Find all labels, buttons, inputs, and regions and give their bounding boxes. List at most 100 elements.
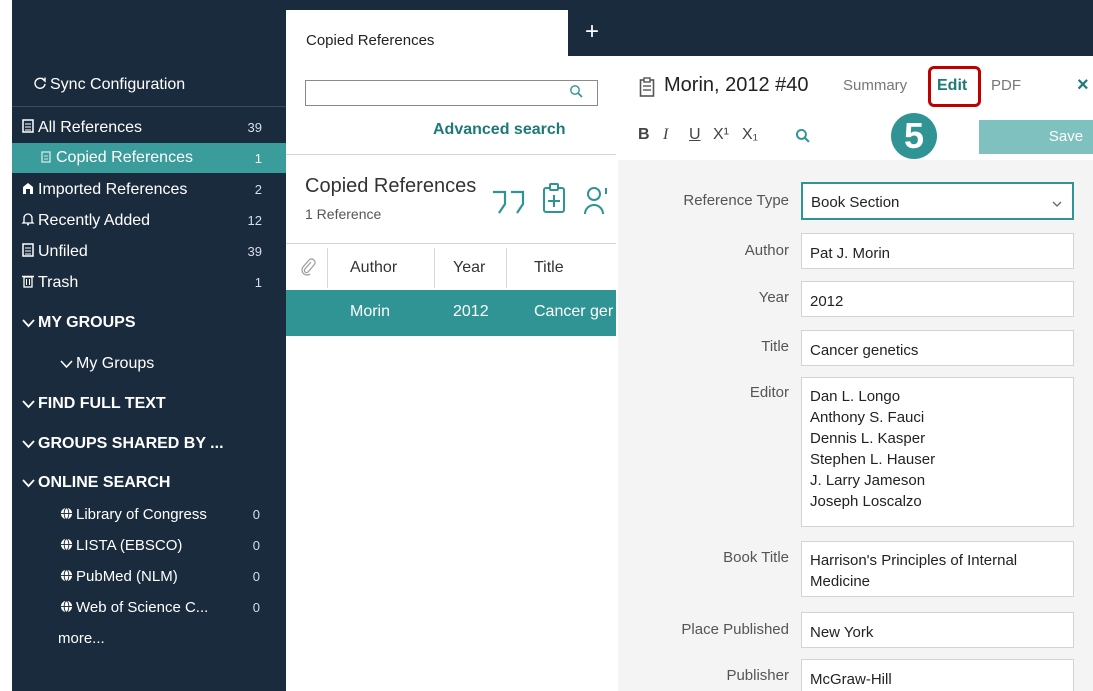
column-separator (506, 248, 507, 288)
sidebar: Sync Configuration All References 39 Cop… (12, 10, 286, 691)
column-header-author[interactable]: Author (350, 259, 397, 277)
reference-title: Morin, 2012 #40 (664, 74, 809, 96)
search-icon[interactable] (569, 84, 587, 102)
online-search-item-label: Library of Congress (76, 506, 207, 523)
divider (286, 243, 616, 244)
online-search-label: ONLINE SEARCH (38, 473, 171, 491)
imported-icon (20, 181, 36, 198)
more-label: more... (58, 630, 105, 647)
tab-copied-references[interactable]: Copied References (286, 10, 568, 56)
column-header-year[interactable]: Year (453, 259, 485, 277)
online-search-header[interactable]: ONLINE SEARCH (12, 467, 286, 498)
book-title-line: Harrison's Principles of Internal (810, 552, 1018, 569)
editor-field[interactable]: Dan L. Longo Anthony S. Fauci Dennis L. … (801, 377, 1074, 527)
sidebar-item-recently-added[interactable]: Recently Added 12 (12, 205, 286, 236)
book-title-field[interactable]: Harrison's Principles of Internal Medici… (801, 541, 1074, 597)
sidebar-item-label: All References (38, 118, 143, 136)
my-groups-header-label: MY GROUPS (38, 313, 136, 331)
more-link[interactable]: more... (12, 623, 286, 654)
column-separator (434, 248, 435, 288)
sidebar-item-imported-references[interactable]: Imported References 2 (12, 174, 286, 205)
attachment-icon (300, 258, 316, 276)
my-groups-subitem[interactable]: My Groups (12, 348, 286, 379)
publisher-field[interactable]: McGraw-Hill (801, 659, 1074, 691)
editor-line: Joseph Loscalzo (810, 493, 922, 510)
year-field[interactable]: 2012 (801, 281, 1074, 317)
window-top-bar (12, 0, 1093, 10)
sync-configuration-item[interactable]: Sync Configuration (32, 69, 286, 100)
title-label: Title (761, 338, 789, 355)
reference-type-value: Book Section (811, 194, 900, 211)
online-search-item[interactable]: PubMed (NLM) 0 (12, 561, 286, 592)
tab-strip-right (616, 10, 1093, 56)
row-title: Cancer ger (534, 303, 614, 320)
sidebar-item-trash[interactable]: Trash 1 (12, 267, 286, 298)
tab-pdf[interactable]: PDF (991, 77, 1021, 94)
author-field[interactable]: Pat J. Morin (801, 233, 1074, 269)
online-search-item[interactable]: Web of Science C... 0 (12, 592, 286, 623)
title-field[interactable]: Cancer genetics (801, 330, 1074, 366)
sidebar-item-label: Imported References (38, 180, 188, 198)
close-button[interactable]: × (1077, 74, 1089, 97)
online-search-item-count: 0 (252, 538, 260, 553)
groups-shared-header[interactable]: GROUPS SHARED BY ... (12, 428, 286, 459)
tab-label: Copied References (306, 32, 435, 49)
sidebar-item-count: 1 (254, 150, 262, 166)
place-published-label: Place Published (681, 621, 789, 638)
bold-button[interactable]: B (638, 126, 650, 144)
globe-icon (58, 506, 74, 523)
place-published-field[interactable]: New York (801, 612, 1074, 648)
sidebar-item-unfiled[interactable]: Unfiled 39 (12, 236, 286, 267)
advanced-search-link[interactable]: Advanced search (433, 121, 566, 139)
sidebar-item-all-references[interactable]: All References 39 (12, 112, 286, 143)
sync-icon (32, 76, 48, 93)
italic-button[interactable]: I (663, 126, 668, 144)
underline-button[interactable]: U (689, 126, 701, 144)
editor-line: Anthony S. Fauci (810, 409, 925, 426)
document-icon (20, 119, 36, 136)
search-input[interactable] (305, 80, 598, 106)
tab-edit[interactable]: Edit (937, 77, 967, 95)
new-tab-button[interactable]: + (580, 18, 604, 46)
subscript-button[interactable]: X₁ (742, 126, 758, 144)
reference-type-select[interactable]: Book Section (801, 182, 1074, 220)
online-search-item-label: Web of Science C... (76, 599, 209, 616)
chevron-down-icon (20, 315, 36, 331)
sidebar-item-count: 1 (254, 275, 262, 290)
globe-icon (58, 599, 74, 616)
my-groups-header[interactable]: MY GROUPS (12, 307, 286, 338)
insert-citation-icon[interactable] (490, 184, 530, 216)
online-search-item[interactable]: Library of Congress 0 (12, 499, 286, 530)
sidebar-item-count: 12 (247, 213, 262, 228)
step-number-badge: 5 (891, 113, 937, 159)
sidebar-item-count: 39 (247, 120, 262, 135)
author-label: Author (744, 242, 789, 259)
sidebar-item-label: Unfiled (38, 242, 88, 260)
group-reference-count: 1 Reference (305, 206, 382, 222)
year-label: Year (758, 289, 789, 306)
online-search-item-count: 0 (252, 507, 260, 522)
column-header-title[interactable]: Title (534, 259, 564, 277)
sync-configuration-label: Sync Configuration (50, 75, 186, 93)
save-button[interactable]: Save (979, 120, 1093, 154)
bell-icon (20, 212, 36, 229)
superscript-button[interactable]: X¹ (713, 126, 729, 144)
sidebar-item-copied-references[interactable]: Copied References 1 (12, 143, 286, 173)
chevron-down-icon (20, 436, 36, 452)
globe-icon (58, 568, 74, 585)
editor-line: Dan L. Longo (810, 388, 901, 405)
my-groups-sub-label: My Groups (76, 354, 155, 372)
search-icon[interactable] (795, 128, 811, 144)
online-search-item-count: 0 (252, 600, 260, 615)
share-user-icon[interactable] (584, 184, 616, 216)
find-full-text-header[interactable]: FIND FULL TEXT (12, 388, 286, 419)
online-search-item[interactable]: LISTA (EBSCO) 0 (12, 530, 286, 561)
editor-line: J. Larry Jameson (810, 472, 926, 489)
chevron-down-icon (20, 475, 36, 491)
reference-document-icon (639, 77, 655, 97)
publisher-label: Publisher (726, 667, 789, 684)
divider (286, 154, 616, 155)
document-icon (38, 150, 54, 166)
tab-summary[interactable]: Summary (843, 77, 907, 94)
add-to-group-icon[interactable] (540, 182, 570, 216)
